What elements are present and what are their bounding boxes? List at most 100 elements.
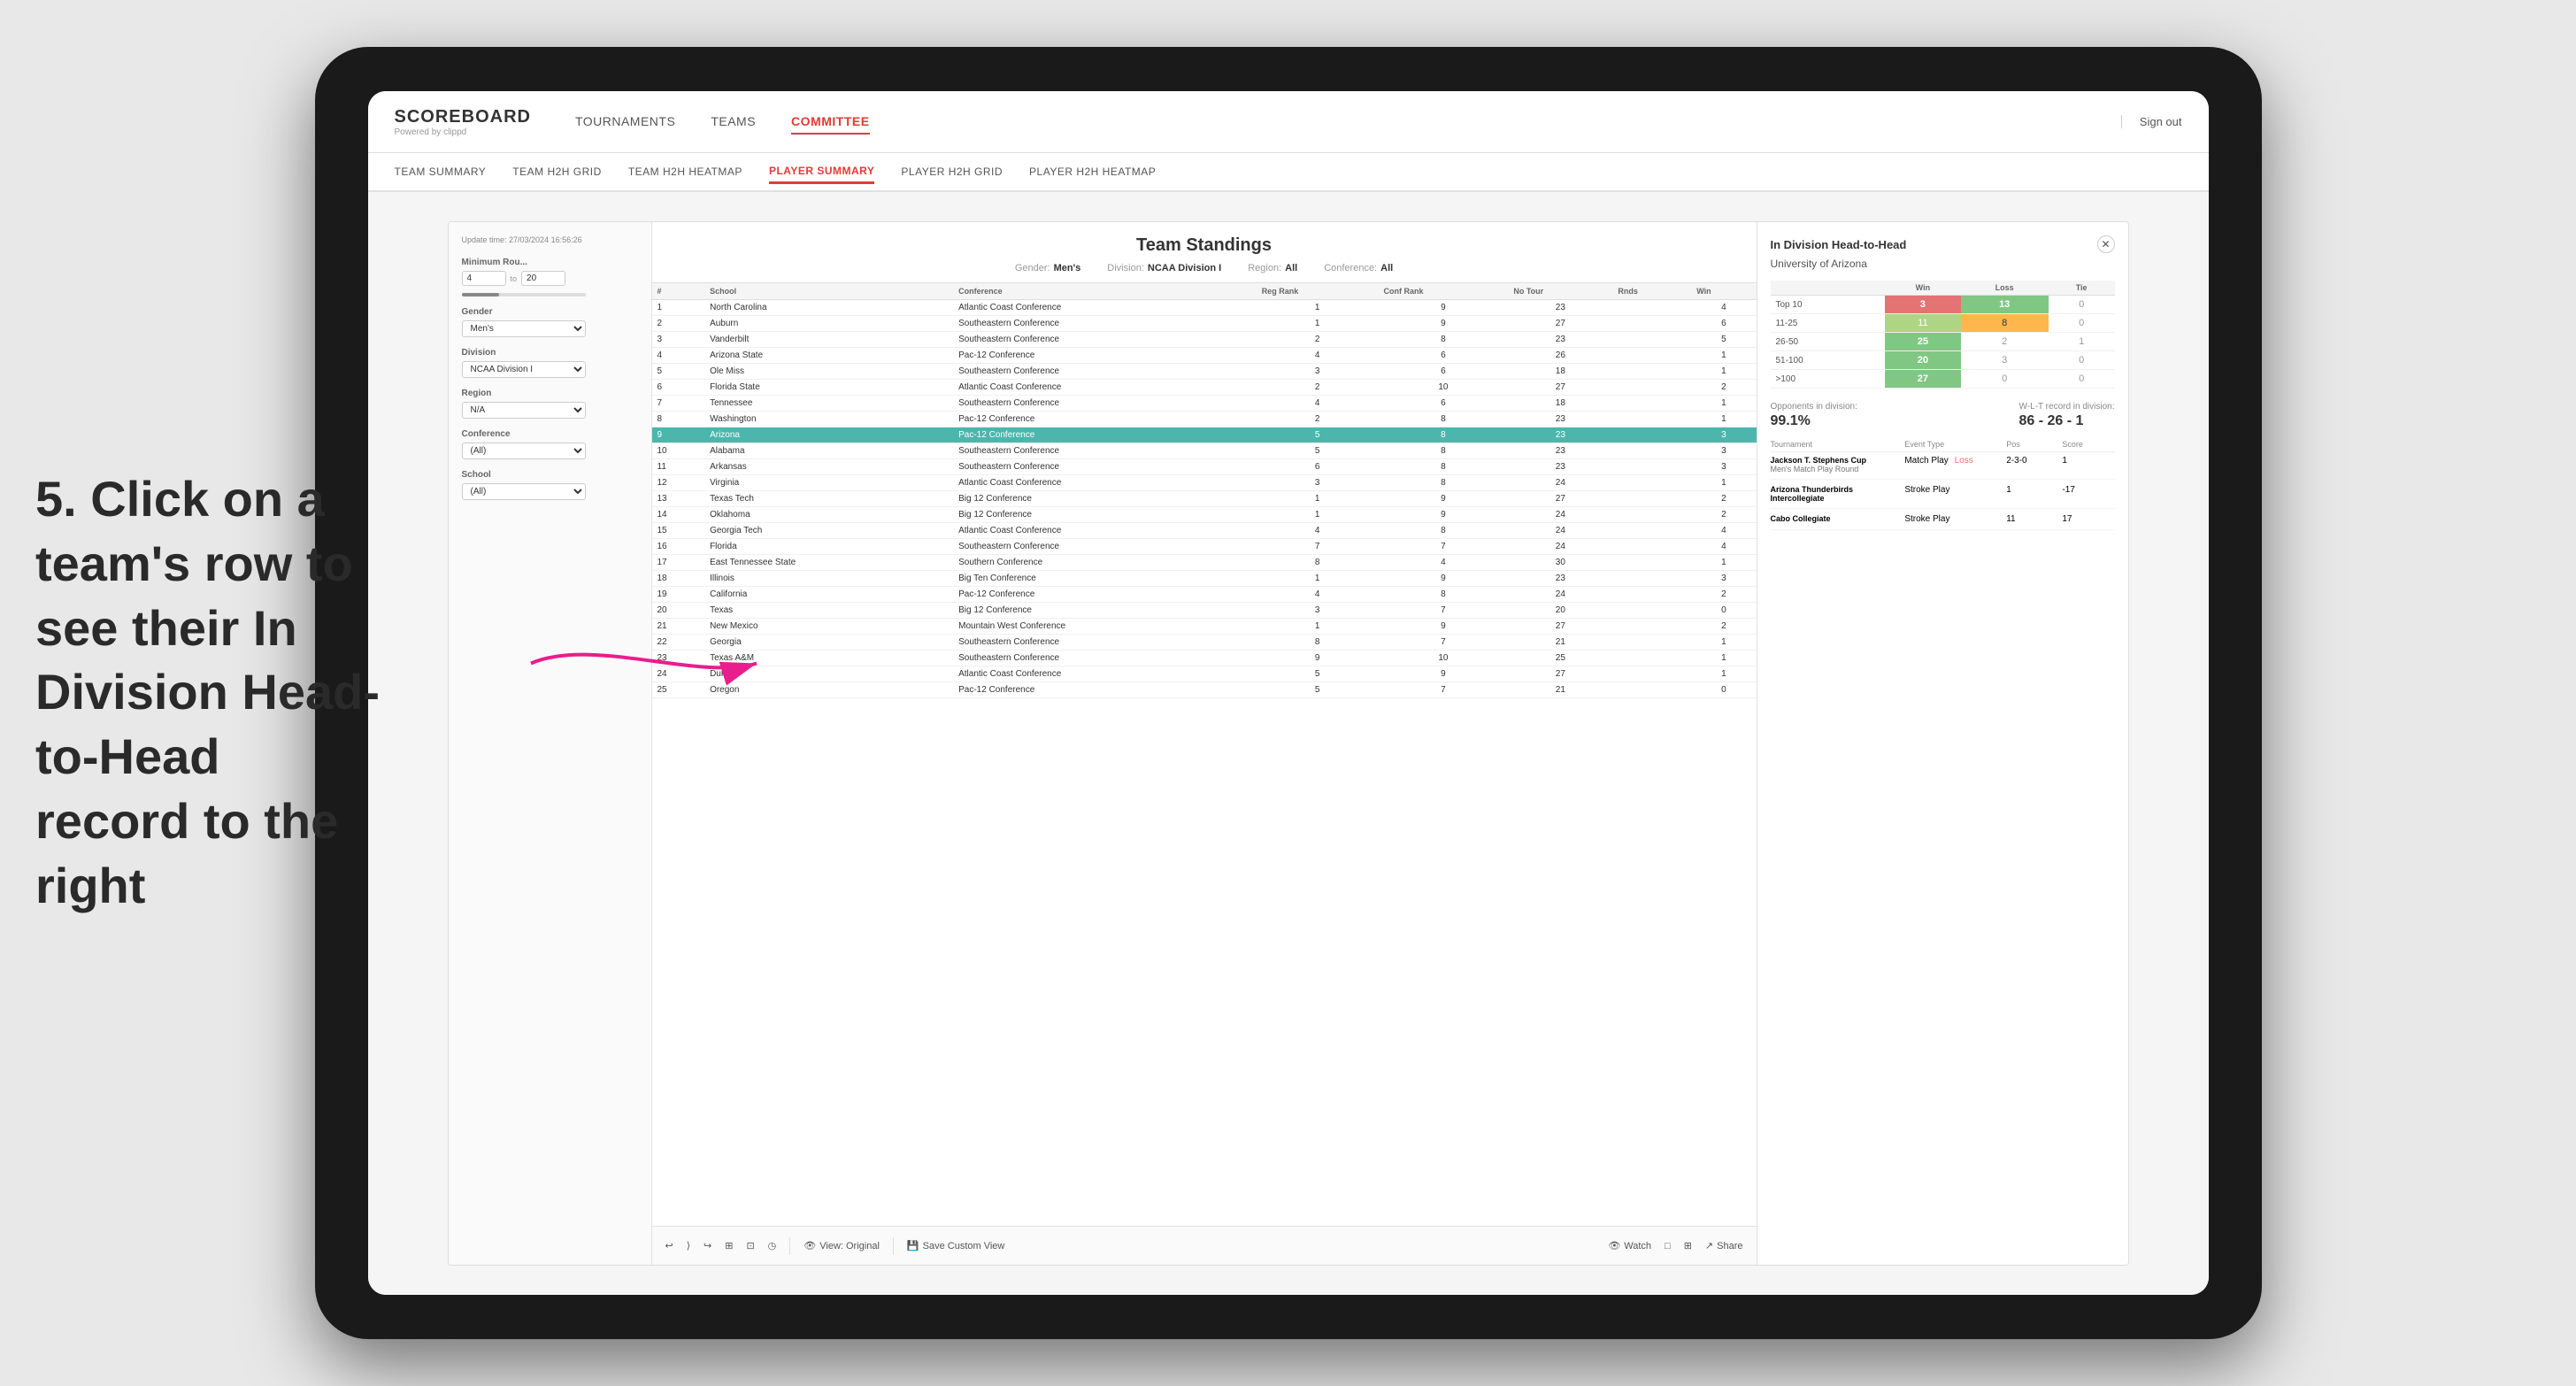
table-row[interactable]: 15 Georgia Tech Atlantic Coast Conferenc… — [652, 523, 1757, 539]
table-row[interactable]: 21 New Mexico Mountain West Conference 1… — [652, 619, 1757, 635]
cell-conf-rank: 10 — [1379, 651, 1509, 666]
rounds-slider[interactable] — [462, 293, 586, 296]
sub-nav-team-h2h-grid[interactable]: TEAM H2H GRID — [512, 161, 602, 182]
table-row[interactable]: 13 Texas Tech Big 12 Conference 1 9 27 2 — [652, 491, 1757, 507]
cell-reg-rank: 4 — [1257, 348, 1379, 364]
table-row[interactable]: 17 East Tennessee State Southern Confere… — [652, 555, 1757, 571]
cell-reg-rank: 5 — [1257, 682, 1379, 698]
nav-item-teams[interactable]: TEAMS — [711, 110, 756, 135]
sub-nav-player-h2h-heatmap[interactable]: PLAYER H2H HEATMAP — [1029, 161, 1156, 182]
cell-no-tour: 23 — [1508, 443, 1612, 459]
cell-conf-rank: 7 — [1379, 603, 1509, 619]
table-row[interactable]: 14 Oklahoma Big 12 Conference 1 9 24 2 — [652, 507, 1757, 523]
cell-no-tour: 18 — [1508, 364, 1612, 380]
table-row[interactable]: 18 Illinois Big Ten Conference 1 9 23 3 — [652, 571, 1757, 587]
cell-rank: 7 — [652, 396, 705, 412]
cell-rank: 10 — [652, 443, 705, 459]
max-rounds-input[interactable] — [521, 271, 565, 286]
cell-conference: Southeastern Conference — [953, 316, 1257, 332]
table-row[interactable]: 12 Virginia Atlantic Coast Conference 3 … — [652, 475, 1757, 491]
cell-win: 4 — [1691, 300, 1756, 316]
cell-school: North Carolina — [704, 300, 953, 316]
cell-win: 6 — [1691, 316, 1756, 332]
conference-select[interactable]: (All) — [462, 443, 586, 459]
cell-conference: Southeastern Conference — [953, 364, 1257, 380]
table-row[interactable]: 19 California Pac-12 Conference 4 8 24 2 — [652, 587, 1757, 603]
table-row[interactable]: 6 Florida State Atlantic Coast Conferenc… — [652, 380, 1757, 396]
paste-button[interactable]: ⊡ — [746, 1240, 754, 1251]
h2h-tie-51-100: 0 — [2049, 351, 2115, 370]
region-select[interactable]: N/A — [462, 402, 586, 419]
grid-button[interactable]: ⊞ — [1684, 1240, 1692, 1251]
cell-no-tour: 23 — [1508, 571, 1612, 587]
cell-rnds — [1612, 507, 1691, 523]
sub-nav-team-summary[interactable]: TEAM SUMMARY — [395, 161, 487, 182]
h2h-tournament-row-2: Arizona Thunderbirds Intercollegiate Str… — [1771, 485, 2115, 509]
table-row[interactable]: 2 Auburn Southeastern Conference 1 9 27 … — [652, 316, 1757, 332]
cell-school: New Mexico — [704, 619, 953, 635]
table-row[interactable]: 1 North Carolina Atlantic Coast Conferen… — [652, 300, 1757, 316]
sub-navigation: TEAM SUMMARY TEAM H2H GRID TEAM H2H HEAT… — [368, 153, 2209, 192]
cell-no-tour: 23 — [1508, 332, 1612, 348]
cell-conference: Atlantic Coast Conference — [953, 300, 1257, 316]
min-rounds-input[interactable] — [462, 271, 506, 286]
table-row[interactable]: 9 Arizona Pac-12 Conference 5 8 23 3 — [652, 427, 1757, 443]
share-button[interactable]: ↗ Share — [1705, 1240, 1743, 1251]
cell-school: Alabama — [704, 443, 953, 459]
cell-reg-rank: 4 — [1257, 523, 1379, 539]
table-row[interactable]: 4 Arizona State Pac-12 Conference 4 6 26… — [652, 348, 1757, 364]
table-row[interactable]: 16 Florida Southeastern Conference 7 7 2… — [652, 539, 1757, 555]
h2h-row-11-25: 11-25 11 8 0 — [1771, 314, 2115, 333]
sub-nav-team-h2h-heatmap[interactable]: TEAM H2H HEATMAP — [628, 161, 742, 182]
cell-conference: Southeastern Conference — [953, 459, 1257, 475]
cell-conf-rank: 8 — [1379, 332, 1509, 348]
h2h-close-button[interactable]: ✕ — [2097, 235, 2115, 253]
watch-button[interactable]: 👁 Watch — [1608, 1240, 1651, 1251]
cell-reg-rank: 8 — [1257, 635, 1379, 651]
cell-rnds — [1612, 555, 1691, 571]
h2h-win-11-25: 11 — [1885, 314, 1960, 333]
layout-button[interactable]: □ — [1665, 1240, 1671, 1251]
tourn-score-2: -17 — [2062, 485, 2114, 503]
table-row[interactable]: 22 Georgia Southeastern Conference 8 7 2… — [652, 635, 1757, 651]
cell-conf-rank: 9 — [1379, 619, 1509, 635]
h2h-tie-26-50: 1 — [2049, 333, 2115, 351]
table-row[interactable]: 25 Oregon Pac-12 Conference 5 7 21 0 — [652, 682, 1757, 698]
cell-conference: Southeastern Conference — [953, 443, 1257, 459]
table-row[interactable]: 23 Texas A&M Southeastern Conference 9 1… — [652, 651, 1757, 666]
cell-school: Texas A&M — [704, 651, 953, 666]
h2h-loss-top10: 13 — [1961, 296, 2049, 314]
table-row[interactable]: 7 Tennessee Southeastern Conference 4 6 … — [652, 396, 1757, 412]
table-row[interactable]: 8 Washington Pac-12 Conference 2 8 23 1 — [652, 412, 1757, 427]
region-label: Region — [462, 389, 638, 398]
table-row[interactable]: 10 Alabama Southeastern Conference 5 8 2… — [652, 443, 1757, 459]
view-original-button[interactable]: 👁 View: Original — [804, 1240, 880, 1251]
cell-win: 2 — [1691, 380, 1756, 396]
undo-button[interactable]: ↩ — [665, 1240, 673, 1251]
sub-nav-player-h2h-grid[interactable]: PLAYER H2H GRID — [901, 161, 1003, 182]
table-row[interactable]: 24 Duke Atlantic Coast Conference 5 9 27… — [652, 666, 1757, 682]
cell-reg-rank: 6 — [1257, 459, 1379, 475]
redo-step-button[interactable]: ⟩ — [687, 1240, 690, 1251]
app-container: Update time: 27/03/2024 16:56:26 Minimum… — [448, 221, 2129, 1266]
cell-conf-rank: 8 — [1379, 587, 1509, 603]
school-select[interactable]: (All) — [462, 483, 586, 500]
update-time: Update time: 27/03/2024 16:56:26 — [462, 235, 638, 244]
gender-select[interactable]: Men's — [462, 320, 586, 337]
cell-no-tour: 21 — [1508, 682, 1612, 698]
nav-item-tournaments[interactable]: TOURNAMENTS — [575, 110, 675, 135]
nav-item-committee[interactable]: COMMITTEE — [791, 110, 870, 135]
table-row[interactable]: 3 Vanderbilt Southeastern Conference 2 8… — [652, 332, 1757, 348]
division-select[interactable]: NCAA Division I — [462, 361, 586, 378]
table-row[interactable]: 20 Texas Big 12 Conference 3 7 20 0 — [652, 603, 1757, 619]
save-custom-view-button[interactable]: 💾 Save Custom View — [907, 1240, 1004, 1251]
table-row[interactable]: 5 Ole Miss Southeastern Conference 3 6 1… — [652, 364, 1757, 380]
sign-out-button[interactable]: Sign out — [2121, 115, 2182, 128]
table-row[interactable]: 11 Arkansas Southeastern Conference 6 8 … — [652, 459, 1757, 475]
sub-nav-player-summary[interactable]: PLAYER SUMMARY — [769, 160, 874, 184]
redo-button[interactable]: ↪ — [704, 1240, 711, 1251]
copy-button[interactable]: ⊞ — [725, 1240, 733, 1251]
left-filter-panel: Update time: 27/03/2024 16:56:26 Minimum… — [449, 222, 652, 1265]
cell-reg-rank: 4 — [1257, 396, 1379, 412]
clock-button[interactable]: ◷ — [768, 1240, 777, 1251]
